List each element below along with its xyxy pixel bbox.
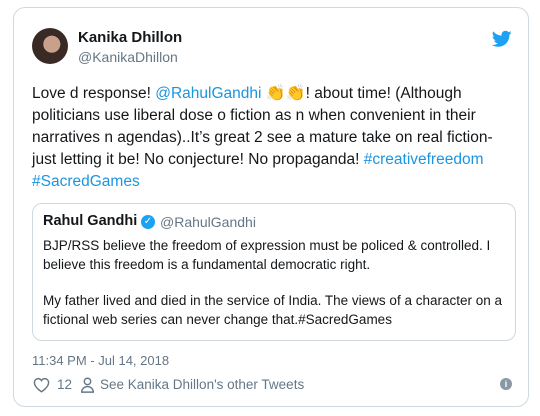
- quoted-author-name: Rahul Gandhi: [43, 213, 138, 229]
- person-icon: [81, 377, 94, 393]
- embedded-tweet-card: Kanika Dhillon @KanikaDhillon Love d res…: [13, 7, 529, 407]
- tweet-text: Love d response! @RahulGandhi 👏👏! about …: [32, 83, 517, 193]
- tweet-text-part-1: Love d response!: [32, 85, 156, 102]
- mention-link[interactable]: @RahulGandhi: [155, 85, 261, 102]
- quoted-author-handle: @RahulGandhi: [160, 214, 256, 230]
- clapping-hands-emoji: 👏👏: [265, 85, 306, 102]
- author-name[interactable]: Kanika Dhillon: [78, 29, 182, 46]
- tweet-actions: 12 See Kanika Dhillon's other Tweets i: [32, 376, 512, 396]
- author-avatar[interactable]: [32, 28, 68, 64]
- tweet-timestamp[interactable]: 11:34 PM - Jul 14, 2018: [32, 353, 169, 368]
- info-icon[interactable]: i: [500, 378, 512, 390]
- verified-badge-icon: ✓: [141, 215, 155, 229]
- heart-icon[interactable]: [33, 377, 50, 393]
- like-count[interactable]: 12: [57, 377, 72, 392]
- hashtag-link-sacredgames[interactable]: #SacredGames: [32, 173, 140, 190]
- quoted-paragraph-1: BJP/RSS believe the freedom of expressio…: [43, 238, 491, 272]
- quoted-paragraph-2: My father lived and died in the service …: [43, 293, 502, 327]
- quoted-tweet-text: BJP/RSS believe the freedom of expressio…: [43, 237, 508, 329]
- hashtag-link-creativefreedom[interactable]: #creativefreedom: [364, 151, 484, 168]
- other-tweets-link[interactable]: See Kanika Dhillon's other Tweets: [100, 377, 304, 392]
- twitter-bird-icon[interactable]: [492, 30, 512, 48]
- author-handle[interactable]: @KanikaDhillon: [78, 49, 178, 65]
- quoted-tweet[interactable]: Rahul Gandhi ✓ @RahulGandhi BJP/RSS beli…: [32, 203, 516, 341]
